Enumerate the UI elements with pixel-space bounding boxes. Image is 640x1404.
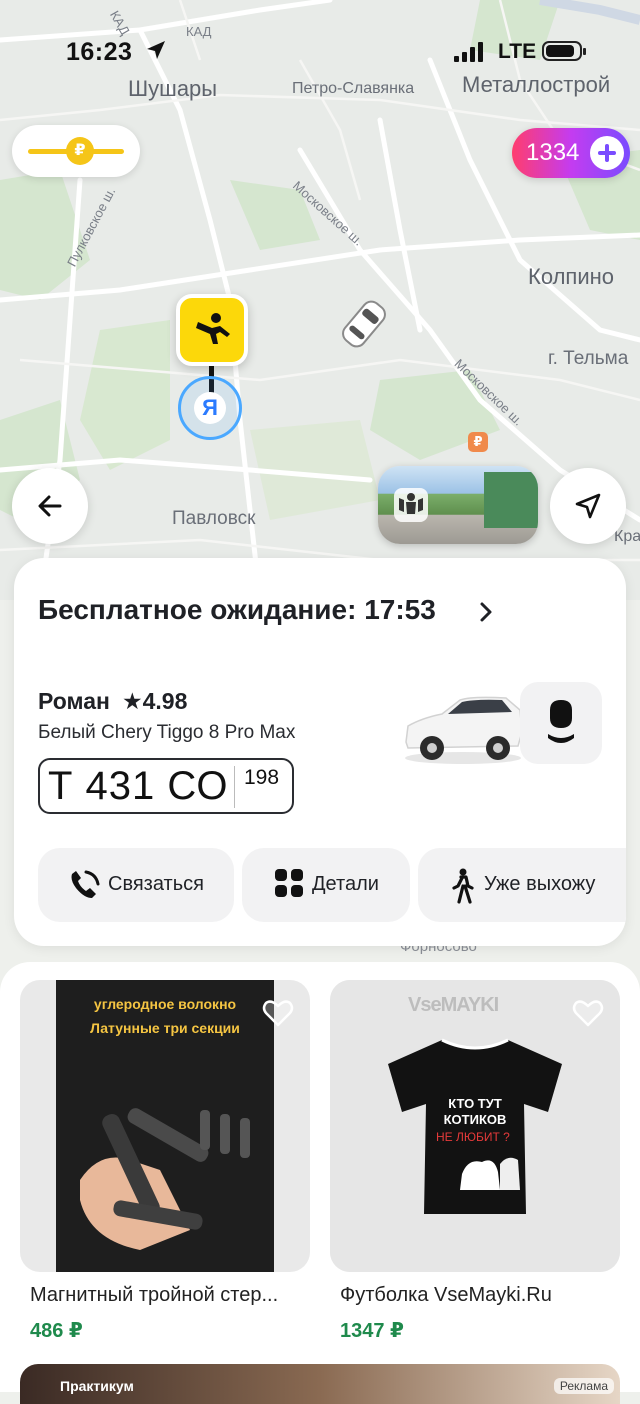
map-view[interactable]: КАД КАД Шушары Петро-Славянка Металлостр… (0, 0, 640, 600)
panorama-icon (394, 488, 428, 522)
street-view-button[interactable] (378, 466, 538, 544)
brand-logo: VseMAYKI (408, 994, 499, 1016)
taxi-car-icon (336, 296, 392, 357)
product-title[interactable]: Футболка VseMayki.Ru (340, 1284, 612, 1307)
back-button[interactable] (12, 468, 88, 544)
grid-icon (275, 869, 303, 897)
plus-icon (590, 136, 624, 170)
ruble-coin-icon: ₽ (66, 137, 94, 165)
cashback-button[interactable]: ₽ (12, 125, 140, 177)
location-arrow-icon (147, 41, 165, 59)
signal-icon (454, 42, 483, 62)
map-label-kad: КАД (186, 24, 212, 39)
arrow-left-icon (38, 495, 62, 517)
product-image-caption: углеродное волокно (93, 996, 237, 1012)
plus-points-button[interactable]: 1334 (512, 128, 630, 178)
favorite-heart-icon[interactable] (262, 998, 294, 1028)
contact-label: Связаться (108, 873, 204, 895)
plate-number: Т 431 СО (48, 764, 229, 808)
product-image-caption: Латунные три секции (90, 1020, 240, 1036)
plus-points-value: 1334 (526, 139, 580, 166)
shirt-print-text: КТО ТУТ (448, 1096, 502, 1111)
pickup-point-marker[interactable] (176, 294, 248, 366)
phone-call-icon (71, 870, 100, 898)
details-label: Детали (312, 873, 379, 895)
carbon-tubes-illustration (80, 1108, 250, 1250)
product-price: 486 ₽ (30, 1320, 83, 1342)
map-label-pavlovsk: Павловск (172, 508, 256, 529)
navigation-arrow-icon (575, 493, 601, 519)
my-location-marker: Я (178, 376, 242, 440)
map-label-kra: Кра (614, 528, 640, 545)
contact-button[interactable]: Связаться (38, 848, 234, 922)
driver-rating: ★4.98 (122, 688, 188, 714)
battery-icon (542, 41, 586, 61)
map-label-telmana: г. Тельма (548, 348, 629, 369)
yandex-logo-icon: Я (194, 392, 226, 424)
product-price: 1347 ₽ (340, 1320, 404, 1342)
plate-region: 198 (244, 766, 280, 789)
chevron-right-icon[interactable] (478, 600, 494, 624)
map-label-petro-slavyanka: Петро-Славянка (292, 80, 415, 97)
network-type: LTE (498, 40, 537, 63)
free-waiting-title[interactable]: Бесплатное ожидание: 17:53 (38, 594, 436, 626)
ad-banner[interactable]: Практикум (20, 1364, 620, 1404)
my-location-button[interactable] (550, 468, 626, 544)
car-model: Белый Chery Tiggo 8 Pro Max (38, 722, 296, 743)
driver-name: Роман (38, 688, 110, 714)
driver-card: Бесплатное ожидание: 17:53 Роман ★4.98 Б… (14, 558, 626, 946)
favorite-heart-icon[interactable] (572, 998, 604, 1028)
shirt-print-text: НЕ ЛЮБИТ ? (436, 1130, 510, 1144)
waving-person-icon (196, 313, 230, 344)
coming-out-label: Уже выхожу (484, 873, 596, 895)
details-button[interactable]: Детали (242, 848, 410, 922)
ruble-poi-icon[interactable]: ₽ (468, 432, 488, 452)
map-label-kolpino: Колпино (528, 264, 614, 289)
product-title[interactable]: Магнитный тройной стер... (30, 1284, 302, 1307)
coming-out-button[interactable]: Уже выхожу (418, 848, 626, 922)
driver-avatar-icon (548, 700, 574, 743)
license-plate: Т 431 СО 198 (38, 758, 294, 814)
map-label-shushary: Шушары (128, 76, 218, 101)
walking-person-icon (452, 868, 474, 904)
map-label-metallostroy: Металлострой (462, 72, 611, 97)
ads-feed: углеродное волокно Латунные три секции М… (0, 962, 640, 1404)
shirt-print-text: КОТИКОВ (443, 1112, 507, 1127)
driver-avatar-button[interactable] (520, 682, 602, 764)
status-time: 16:23 (66, 38, 133, 66)
car-image (402, 688, 524, 773)
